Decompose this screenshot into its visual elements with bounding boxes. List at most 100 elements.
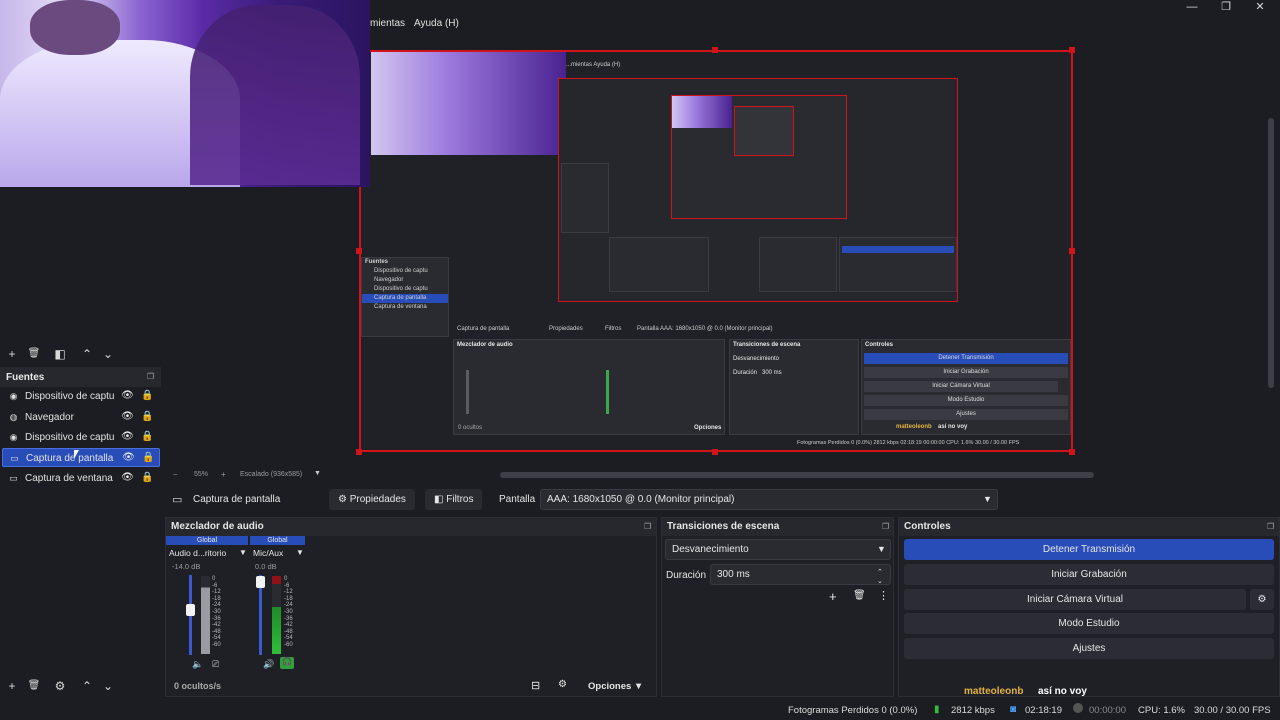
source-item[interactable]: ◉ Dispositivo de captu 👁 🔒 [2, 428, 160, 447]
scaling-dropdown-icon[interactable]: ▼ [314, 470, 321, 477]
remove-scene-button[interactable]: 🗑 [26, 346, 42, 362]
audio-meter [272, 576, 281, 654]
controls-undock-icon[interactable]: ❐ [1267, 522, 1277, 532]
source-label: Captura de pantalla [26, 453, 114, 464]
source-item[interactable]: ▭ Captura de ventana 👁 🔒 [2, 469, 160, 488]
signal-icon: ▮ [934, 704, 940, 715]
add-transition-button[interactable]: + [829, 589, 837, 604]
source-move-down-button[interactable]: ⌄ [100, 678, 116, 694]
mixer-options-button[interactable]: Opciones ▼ [588, 681, 643, 692]
zoom-out-button[interactable]: − [173, 470, 178, 479]
sources-undock-icon[interactable]: ❐ [147, 372, 157, 382]
advanced-audio-icon[interactable]: ⚙ [558, 679, 567, 690]
source-item-selected[interactable]: ▭ Captura de pantalla 👁 🔒 [2, 448, 160, 467]
dropped-frames: Fotogramas Perdidos 0 (0.0%) [788, 705, 918, 716]
scene-move-up-button[interactable]: ⌃ [79, 346, 95, 362]
resize-handle[interactable] [356, 449, 362, 455]
lock-icon[interactable]: 🔒 [141, 411, 154, 424]
source-label: Captura de ventana [25, 473, 113, 484]
meter-scale-tick: 0 [284, 576, 288, 582]
meter-scale-tick: -36 [212, 615, 221, 622]
remove-source-button[interactable]: 🗑 [26, 678, 42, 694]
resize-handle[interactable] [356, 248, 362, 254]
source-move-up-button[interactable]: ⌃ [79, 678, 95, 694]
minimize-button[interactable]: — [1175, 0, 1209, 14]
resize-handle[interactable] [1069, 248, 1075, 254]
start-virtual-camera-button[interactable]: Iniciar Cámara Virtual [904, 589, 1246, 610]
meter-scale-tick: -30 [284, 608, 293, 615]
remove-transition-button[interactable]: 🗑 [853, 590, 866, 601]
meter-scale-tick: -6 [212, 582, 218, 589]
transition-select[interactable]: Desvanecimiento ▼ [665, 539, 891, 560]
menu-help[interactable]: Ayuda (H) [414, 18, 459, 29]
duration-value: 300 ms [717, 569, 750, 580]
resize-handle[interactable] [1069, 449, 1075, 455]
display-select[interactable]: AAA: 1680x1050 @ 0.0 (Monitor principal)… [540, 489, 998, 510]
meter-scale-tick: -12 [284, 589, 293, 596]
volume-slider-handle[interactable] [256, 576, 265, 588]
scene-move-down-button[interactable]: ⌄ [100, 346, 116, 362]
monitor-off-icon[interactable]: ⎚ [212, 659, 219, 670]
source-item[interactable]: ◍ Navegador 👁 🔒 [2, 408, 160, 427]
meter-scale-tick: -54 [212, 635, 221, 642]
display-select-value: AAA: 1680x1050 @ 0.0 (Monitor principal) [547, 494, 735, 505]
preview-horizontal-scrollbar[interactable] [500, 472, 1094, 478]
transition-menu-icon[interactable]: ⋮ [878, 589, 889, 602]
preview-frame[interactable]: ...mientas Ayuda (H) Fuentes Dispositivo… [359, 50, 1073, 452]
eye-icon[interactable]: 👁 [121, 431, 134, 444]
lock-icon[interactable]: 🔒 [141, 431, 154, 444]
speaker-icon[interactable]: 🔊 [263, 659, 274, 670]
eye-icon[interactable]: 👁 [121, 472, 134, 485]
layout-icon[interactable]: ⊟ [531, 679, 540, 692]
channel-menu-icon[interactable]: ▼ [296, 548, 304, 557]
monitor-icon: ▭ [172, 494, 183, 506]
resize-handle[interactable] [1069, 47, 1075, 53]
nested-webcam [371, 52, 566, 155]
studio-mode-button[interactable]: Modo Estudio [904, 613, 1274, 634]
nested-preview-3 [671, 95, 847, 219]
muted-speaker-icon[interactable]: 🔈 [192, 659, 203, 670]
mixer-undock-icon[interactable]: ❐ [644, 522, 654, 532]
eye-icon[interactable]: 👁 [121, 390, 134, 403]
maximize-button[interactable]: ❐ [1209, 0, 1243, 14]
webcam-overlay [0, 0, 370, 187]
fps: 30.00 / 30.00 FPS [1194, 705, 1271, 716]
volume-slider-handle[interactable] [186, 604, 195, 616]
transition-select-value: Desvanecimiento [672, 544, 749, 555]
preview-vertical-scrollbar[interactable] [1268, 118, 1274, 388]
transitions-undock-icon[interactable]: ❐ [882, 522, 892, 532]
start-recording-button[interactable]: Iniciar Grabación [904, 564, 1274, 585]
stop-stream-button[interactable]: Detener Transmisión [904, 539, 1274, 560]
scene-filters-button[interactable]: ◧ [52, 346, 68, 362]
source-settings-button[interactable]: ⚙ [52, 678, 68, 694]
meter-scale-tick: -18 [212, 595, 221, 602]
source-item[interactable]: ◉ Dispositivo de captu 👁 🔒 [2, 387, 160, 406]
eye-icon[interactable]: 👁 [122, 452, 135, 465]
lock-icon[interactable]: 🔒 [142, 452, 155, 465]
virtual-camera-settings-button[interactable]: ⚙ [1250, 589, 1274, 610]
menu-tools[interactable]: mientas [370, 18, 405, 29]
filters-button[interactable]: ◧ Filtros [425, 489, 483, 510]
eye-icon[interactable]: 👁 [121, 411, 134, 424]
close-button[interactable]: ✕ [1243, 0, 1277, 14]
nested-status: Fotogramas Perdidos 0 (0.0%) 2812 kbps 0… [797, 440, 1020, 446]
headphones-icon[interactable]: 🎧 [280, 657, 294, 669]
duration-spinbox[interactable]: 300 ms ⌃ ⌄ [710, 564, 891, 585]
bitrate: 2812 kbps [951, 705, 995, 716]
chevron-down-icon: ▼ [983, 494, 992, 504]
audio-meter [201, 576, 210, 654]
channel-menu-icon[interactable]: ▼ [239, 548, 247, 557]
chat-message: así no voy [1038, 686, 1087, 697]
properties-button[interactable]: ⚙ Propiedades [329, 489, 415, 510]
source-label: Dispositivo de captu [25, 391, 115, 402]
zoom-in-button[interactable]: + [221, 470, 226, 479]
lock-icon[interactable]: 🔒 [141, 390, 154, 403]
meter-scale-tick: -48 [284, 628, 293, 635]
add-scene-button[interactable]: + [4, 346, 20, 362]
lock-icon[interactable]: 🔒 [141, 472, 154, 485]
stream-icon: ◙ [1010, 704, 1017, 715]
resize-handle[interactable] [712, 449, 718, 455]
resize-handle[interactable] [712, 47, 718, 53]
settings-button[interactable]: Ajustes [904, 638, 1274, 659]
add-source-button[interactable]: + [4, 678, 20, 694]
